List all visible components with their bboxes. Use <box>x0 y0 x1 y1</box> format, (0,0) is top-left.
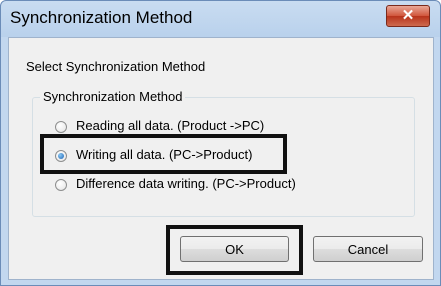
option-label-difference-writing[interactable]: Difference data writing. (PC->Product) <box>76 176 296 191</box>
title-bar[interactable]: Synchronization Method ✕ <box>1 1 440 35</box>
cancel-button[interactable]: Cancel <box>313 236 423 262</box>
radio-difference-writing[interactable] <box>55 179 67 191</box>
option-label-reading-all[interactable]: Reading all data. (Product ->PC) <box>76 118 264 133</box>
selected-option-highlight <box>40 134 287 174</box>
prompt-text: Select Synchronization Method <box>26 59 206 74</box>
ok-button-highlight <box>166 225 303 275</box>
dialog-title: Synchronization Method <box>10 8 193 27</box>
radio-reading-all[interactable] <box>55 121 67 133</box>
close-button[interactable]: ✕ <box>386 5 430 27</box>
group-label: Synchronization Method <box>40 89 186 104</box>
close-icon: ✕ <box>401 7 415 24</box>
